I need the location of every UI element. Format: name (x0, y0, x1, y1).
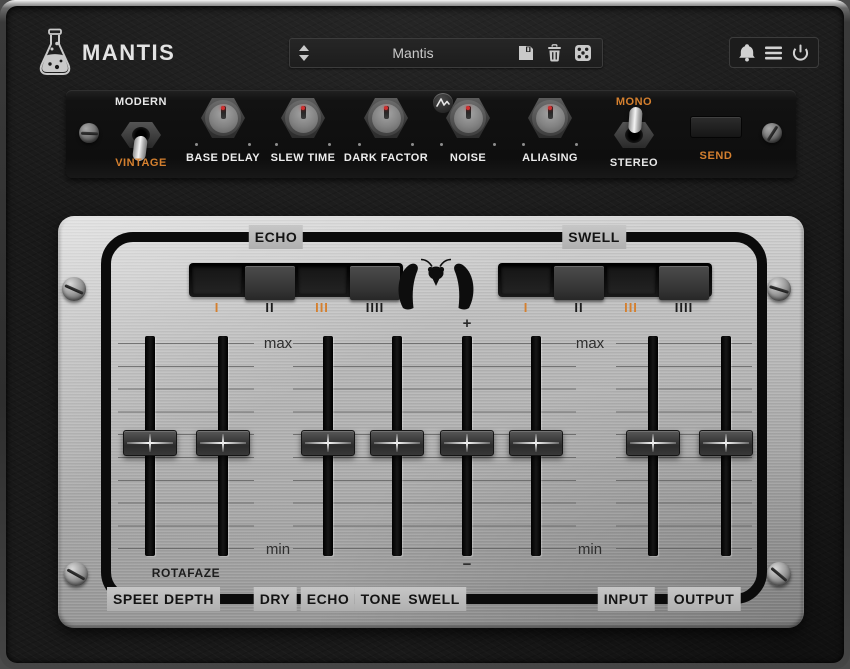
screw (64, 562, 88, 586)
control-strip: MODERN VINTAGE BASE DELAY SLEW TIME (66, 90, 796, 178)
menu-icon[interactable] (764, 45, 783, 61)
slider-label-input: INPUT (598, 587, 655, 611)
channel-switch-unit: MONO STEREO (589, 94, 679, 174)
scale-max-label: max (264, 335, 292, 352)
swell-step-label: IIII (675, 300, 693, 315)
section-label-swell: SWELL (562, 225, 626, 249)
echo-step-label: III (315, 300, 329, 315)
rotafaze-label: ROTAFAZE (152, 566, 221, 580)
knob-pointer (466, 106, 471, 119)
echo-step-2-button[interactable] (245, 266, 295, 300)
flask-logo-icon (34, 28, 76, 78)
slider-label-echo: ECHO (301, 587, 355, 611)
send-button[interactable] (690, 116, 742, 138)
channel-toggle-lever[interactable] (628, 107, 643, 134)
slider-label-tone: TONE (355, 587, 408, 611)
preset-previous-icon[interactable] (299, 45, 309, 51)
base-delay-knob[interactable] (201, 98, 245, 138)
screw (762, 123, 782, 143)
channel-switch-bottom-label: STEREO (589, 157, 679, 169)
screw (767, 562, 791, 586)
randomize-dice-icon[interactable] (574, 44, 592, 62)
app-title: MANTIS (82, 40, 175, 66)
waveform-badge-icon[interactable] (433, 93, 453, 113)
slew-time-knob[interactable] (281, 98, 325, 138)
scale-minus-label: − (463, 556, 472, 573)
notifications-bell-icon[interactable] (738, 43, 756, 62)
knob-pointer (301, 106, 306, 119)
swell-step-1-button[interactable] (501, 266, 551, 294)
echo-step-buttons (189, 263, 403, 297)
swell-step-label: III (624, 300, 638, 315)
swell-step-label: I (524, 300, 529, 315)
main-panel: ECHO SWELL I II III IIII (58, 216, 804, 628)
dry-slider-handle[interactable] (301, 430, 355, 456)
slider-label-dry: DRY (254, 587, 297, 611)
swell-slider-handle[interactable] (509, 430, 563, 456)
output-slider-handle[interactable] (699, 430, 753, 456)
echo-step-label: IIII (366, 300, 384, 315)
input-slider-handle[interactable] (626, 430, 680, 456)
echo-step-3-button[interactable] (298, 266, 348, 294)
knob-pointer (221, 106, 226, 119)
preset-name[interactable]: Mantis (309, 45, 517, 61)
preset-next-icon[interactable] (299, 55, 309, 61)
swell-step-3-button[interactable] (607, 266, 657, 294)
speed-slider-handle[interactable] (123, 430, 177, 456)
delete-preset-icon[interactable] (546, 44, 563, 62)
swell-step-label: II (574, 300, 583, 315)
preset-bar: Mantis (289, 38, 603, 68)
slew-time-knob-unit: SLEW TIME (271, 94, 335, 174)
knob-pointer (384, 106, 389, 119)
swell-step-buttons (498, 263, 712, 297)
depth-slider-handle[interactable] (196, 430, 250, 456)
power-icon[interactable] (791, 43, 810, 62)
slider-label-output: OUTPUT (668, 587, 741, 611)
screw (767, 277, 791, 301)
aliasing-knob-unit: ALIASING (518, 94, 582, 174)
swell-step-4-button[interactable] (659, 266, 709, 300)
swell-step-2-button[interactable] (554, 266, 604, 300)
scale-min-label: min (578, 541, 602, 558)
scale-max-label: max (576, 335, 604, 352)
leather-case: MANTIS Mantis (6, 6, 844, 663)
preset-stepper[interactable] (299, 45, 309, 61)
mantis-logo-icon (392, 258, 480, 314)
section-label-echo: ECHO (249, 225, 303, 249)
base-delay-knob-unit: BASE DELAY (191, 94, 255, 174)
slider-label-depth: DEPTH (158, 587, 220, 611)
scale-plus-label: + (463, 315, 472, 332)
echo-step-1-button[interactable] (192, 266, 242, 294)
knob-pointer (548, 106, 553, 119)
send-label: SEND (676, 150, 756, 162)
aliasing-knob[interactable] (528, 98, 572, 138)
header-actions (729, 37, 819, 68)
slider-label-swell: SWELL (402, 587, 466, 611)
screw (62, 277, 86, 301)
echo-slider-handle[interactable] (370, 430, 424, 456)
scale-min-label: min (266, 541, 290, 558)
echo-step-label: I (215, 300, 220, 315)
save-preset-icon[interactable] (517, 44, 535, 62)
mode-switch-top-label: MODERN (96, 96, 186, 108)
echo-step-label: II (265, 300, 274, 315)
dark-factor-knob-unit: DARK FACTOR (354, 94, 418, 174)
plugin-window: MANTIS Mantis (0, 0, 850, 669)
dark-factor-knob[interactable] (364, 98, 408, 138)
send-unit: SEND (690, 94, 742, 174)
tone-slider-handle[interactable] (440, 430, 494, 456)
